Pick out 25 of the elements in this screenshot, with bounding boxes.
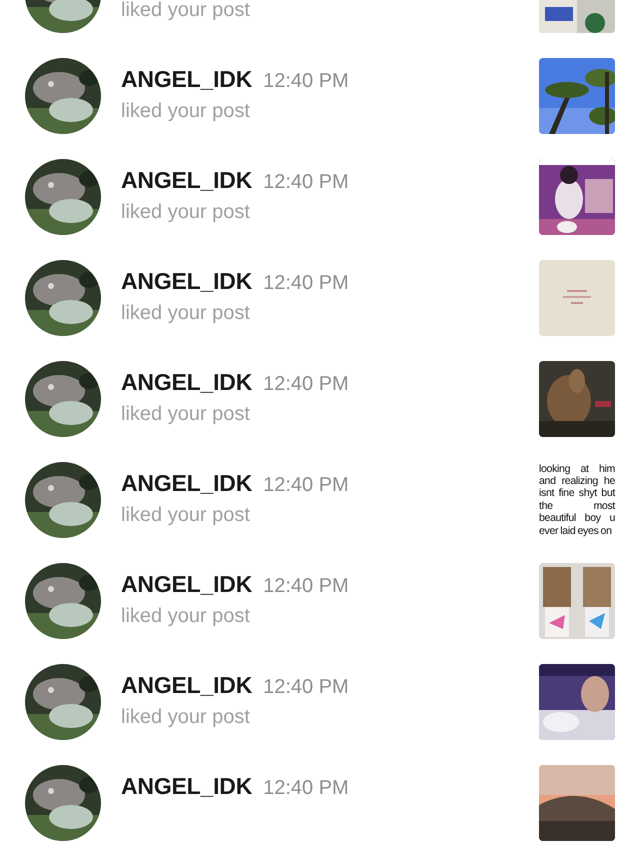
username[interactable]: ANGEL_IDK	[121, 66, 252, 92]
username[interactable]: ANGEL_IDK	[121, 772, 252, 800]
timestamp: 12:40 PM	[263, 574, 349, 598]
timestamp: 12:40 PM	[263, 776, 349, 800]
username[interactable]: ANGEL_IDK	[121, 166, 252, 194]
activity-text: liked your post	[121, 504, 250, 526]
activity-text: liked your post	[121, 200, 250, 222]
activity-text: liked your post	[121, 0, 250, 20]
activity-text: liked your post	[121, 604, 250, 626]
activity-text: liked your post	[121, 302, 250, 324]
post-thumbnail-text[interactable]: looking at him and realizing he isnt fine shyt but the most beautiful boy u ever laid eyes on	[539, 462, 615, 538]
activity-text: liked your post	[121, 706, 250, 728]
username[interactable]: ANGEL_IDK	[121, 470, 252, 496]
username[interactable]: ANGEL_IDK	[121, 672, 252, 698]
timestamp: 12:40 PM	[263, 372, 349, 396]
username[interactable]: ANGEL_IDK	[121, 268, 252, 294]
username[interactable]: ANGEL_IDK	[121, 570, 252, 598]
activity-text: liked your post	[121, 100, 250, 122]
timestamp: 12:40 PM	[263, 676, 349, 698]
activity-text: liked your post	[121, 402, 250, 424]
timestamp: 12:40 PM	[263, 70, 349, 92]
username[interactable]: ANGEL_IDK	[121, 368, 252, 396]
timestamp: 12:40 PM	[263, 272, 349, 294]
timestamp: 12:40 PM	[263, 474, 349, 496]
timestamp: 12:40 PM	[263, 170, 349, 194]
